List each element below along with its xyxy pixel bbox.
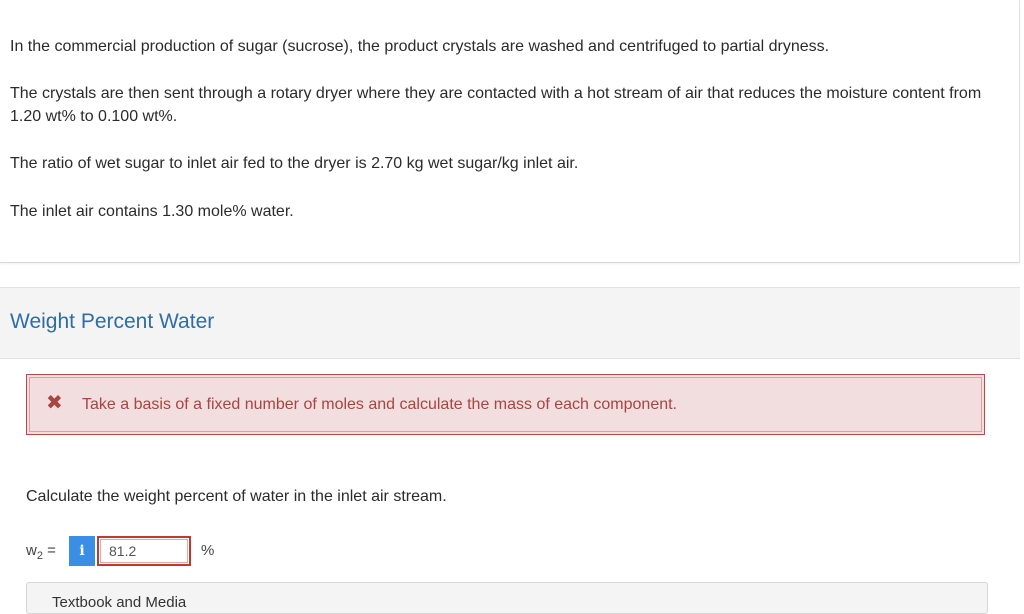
info-icon[interactable]: i <box>69 536 95 566</box>
variable-name: w <box>26 542 37 559</box>
section-title: Weight Percent Water <box>10 310 215 333</box>
problem-paragraph: The crystals are then sent through a rot… <box>10 85 982 125</box>
x-mark-icon: ✖ <box>46 392 63 414</box>
problem-paragraph: The inlet air contains 1.30 mole% water. <box>10 203 294 220</box>
hint-text: Take a basis of a fixed number of moles … <box>82 396 677 413</box>
unit-label: % <box>201 542 215 559</box>
variable-label: w2 = <box>26 542 56 562</box>
textbook-media-panel[interactable]: Textbook and Media <box>26 582 988 614</box>
question-text: Calculate the weight percent of water in… <box>26 488 447 505</box>
problem-paragraph: In the commercial production of sugar (s… <box>10 38 830 55</box>
answer-input[interactable] <box>97 536 191 566</box>
hint-alert: ✖ Take a basis of a fixed number of mole… <box>26 374 985 435</box>
textbook-media-label[interactable]: Textbook and Media <box>52 594 186 611</box>
section-header: Weight Percent Water <box>0 287 1020 359</box>
variable-subscript: 2 <box>36 550 43 562</box>
problem-statement-card: In the commercial production of sugar (s… <box>0 0 1020 263</box>
equals-sign: = <box>47 542 56 559</box>
problem-paragraph: The ratio of wet sugar to inlet air fed … <box>10 155 579 172</box>
